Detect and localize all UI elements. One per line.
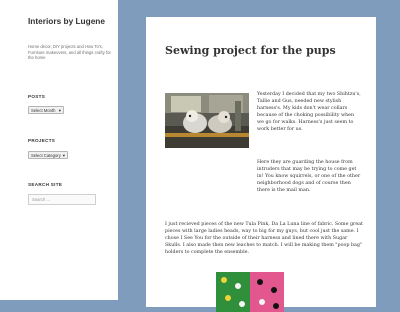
search-input[interactable]: Search … [28, 194, 96, 205]
dogs-photo[interactable] [165, 93, 249, 148]
category-select[interactable]: Select Category ▾ [28, 151, 68, 159]
search-widget-title: SEARCH SITE [28, 182, 63, 187]
month-select[interactable]: Select Month ▾ [28, 106, 64, 114]
post-paragraph-1: Yesterday I decided that my two Shihtzu'… [257, 92, 361, 133]
category-select-value: Select Category [31, 153, 61, 158]
posts-widget-title: POSTS [28, 94, 46, 99]
sidebar: Interiors by Lugene Home decor, DIY proj… [0, 0, 118, 300]
chevron-down-icon: ▾ [58, 108, 61, 113]
post-paragraph-2: Here they are guarding the house from in… [257, 160, 361, 194]
post-title[interactable]: Sewing project for the pups [165, 44, 365, 57]
projects-widget-title: PROJECTS [28, 138, 56, 143]
month-select-value: Select Month [31, 108, 56, 113]
site-title[interactable]: Interiors by Lugene [28, 16, 108, 26]
dogs-photo-graphic [165, 93, 249, 148]
fabric-photo-graphic [216, 272, 284, 312]
site-description: Home decor, DIY projects and How To's, F… [28, 44, 111, 61]
fabric-photo[interactable] [216, 272, 284, 312]
post-article: Sewing project for the pups Yesterday I … [146, 17, 376, 312]
post-paragraph-3: I just recieved pieces of the new Tula P… [165, 222, 363, 256]
chevron-down-icon: ▾ [62, 153, 65, 158]
